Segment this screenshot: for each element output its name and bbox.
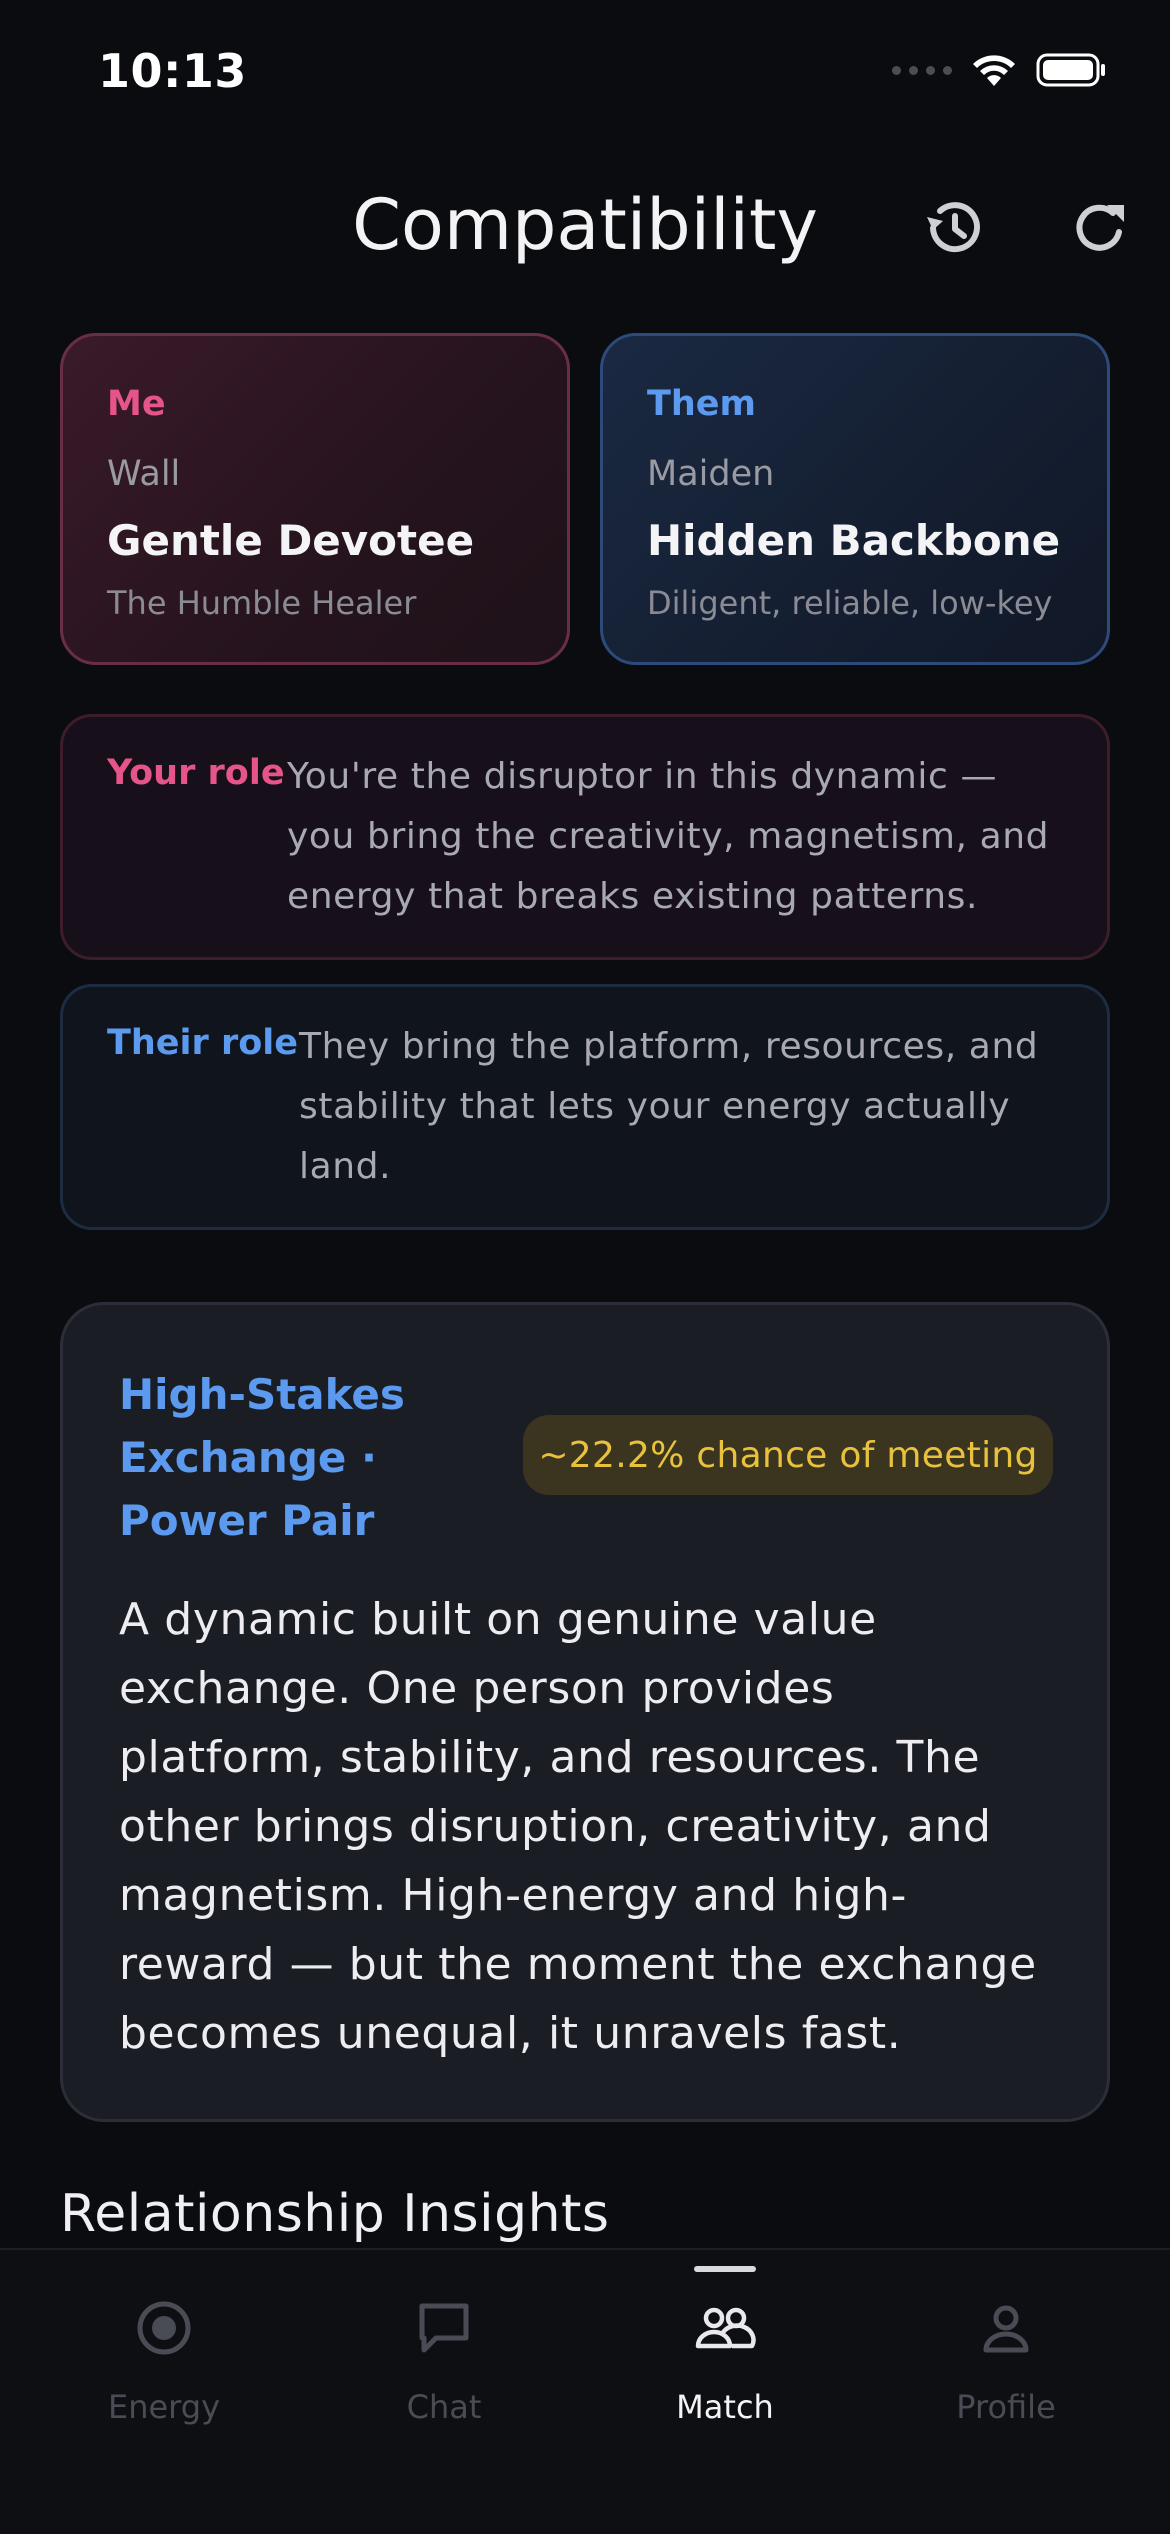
- me-card-description: The Humble Healer: [107, 584, 417, 622]
- refresh-icon: [1076, 204, 1124, 251]
- them-card[interactable]: Them Maiden Hidden Backbone Diligent, re…: [600, 333, 1110, 665]
- active-tab-indicator: [694, 2266, 756, 2272]
- profile-icon: [983, 2305, 1029, 2353]
- wifi-icon: [970, 52, 1018, 88]
- their-role-label: Their role: [107, 1023, 299, 1063]
- tab-bar: Energy Chat Match Profile: [0, 2248, 1170, 2534]
- them-card-name: Hidden Backbone: [647, 516, 1061, 565]
- your-role-label: Your role: [107, 753, 285, 793]
- them-card-subtitle: Maiden: [647, 454, 775, 494]
- history-button[interactable]: [918, 192, 990, 264]
- dynamic-description: A dynamic built on genuine value exchang…: [119, 1594, 1037, 2059]
- status-time: 10:13: [98, 44, 247, 98]
- cellular-signal-icon: [892, 65, 952, 75]
- status-bar: 10:13: [0, 0, 1170, 150]
- me-card-label: Me: [107, 384, 166, 424]
- page-title: Compatibility: [352, 184, 818, 266]
- them-card-description: Diligent, reliable, low-key: [647, 584, 1053, 622]
- refresh-button[interactable]: [1064, 192, 1136, 264]
- tab-match[interactable]: Match: [579, 2250, 871, 2450]
- tab-match-label: Match: [676, 2388, 774, 2426]
- your-role-panel: Your role You're the disruptor in this d…: [60, 714, 1110, 960]
- tab-profile-label: Profile: [956, 2388, 1056, 2426]
- me-card-name: Gentle Devotee: [107, 516, 475, 565]
- your-role-text: You're the disruptor in this dynamic — y…: [287, 756, 1050, 917]
- relationship-insights-heading: Relationship Insights: [60, 2184, 610, 2244]
- tab-energy[interactable]: Energy: [18, 2250, 310, 2450]
- header: Compatibility: [0, 170, 1170, 280]
- dynamic-card: High-Stakes Exchange · Power Pair ~22.2%…: [60, 1302, 1110, 2122]
- chat-icon: [419, 2303, 469, 2353]
- their-role-text: They bring the platform, resources, and …: [299, 1026, 1039, 1187]
- meeting-chance-badge: ~22.2% chance of meeting: [523, 1415, 1053, 1495]
- their-role-panel: Their role They bring the platform, reso…: [60, 984, 1110, 1230]
- them-card-label: Them: [647, 384, 756, 424]
- match-icon: [695, 2307, 756, 2349]
- me-card-subtitle: Wall: [107, 454, 181, 494]
- status-indicators: [892, 52, 1106, 88]
- tab-chat-label: Chat: [406, 2388, 482, 2426]
- tab-profile[interactable]: Profile: [860, 2250, 1152, 2450]
- tab-energy-label: Energy: [107, 2388, 221, 2426]
- tab-chat[interactable]: Chat: [298, 2250, 590, 2450]
- history-icon: [927, 202, 980, 253]
- energy-icon: [137, 2301, 191, 2355]
- dynamic-title: High-Stakes Exchange · Power Pair: [119, 1370, 405, 1545]
- me-card[interactable]: Me Wall Gentle Devotee The Humble Healer: [60, 333, 570, 665]
- battery-icon: [1036, 52, 1106, 88]
